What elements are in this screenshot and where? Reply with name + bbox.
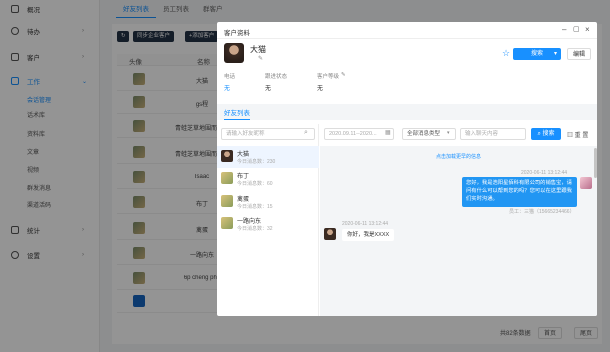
tab-friend-list[interactable]: 好友列表: [224, 107, 250, 120]
edit-level-icon[interactable]: ✎: [341, 72, 346, 78]
friend-name: 布丁: [237, 174, 250, 180]
friend-list-item[interactable]: 禽蛋 今日消息数：15: [217, 191, 319, 213]
calendar-icon[interactable]: ▦: [385, 129, 391, 136]
star-icon[interactable]: ☆: [502, 48, 510, 59]
chat-search-label: 搜索: [542, 131, 555, 137]
field-value: 无: [317, 86, 324, 92]
friend-stat: 今日消息数：60: [237, 181, 273, 187]
message-time: 2020-06-11 13:12:44: [342, 221, 389, 227]
search-button-label: 搜索: [530, 51, 543, 57]
customer-name: 大猫: [250, 45, 266, 54]
date-range-input[interactable]: 2020.09.11--2020...: [324, 128, 394, 140]
chat-scrollbar[interactable]: [594, 148, 597, 178]
avatar: [221, 150, 233, 162]
field-label: 跟进状态: [265, 74, 288, 80]
friend-name: 禽蛋: [237, 197, 250, 203]
message-time: 2020-06-11 13:12:44: [521, 170, 568, 176]
modal-header: 客户资料 – ▢ ×: [217, 22, 597, 39]
modal-title: 客户资料: [224, 30, 250, 37]
chat-search-button[interactable]: ⌕ 搜索: [531, 128, 561, 140]
customer-profile-modal: 客户资料 – ▢ × 大猫 ✎ ☆ 搜索 ▾ 编辑 电话 无 跟进状态 无 客户…: [217, 22, 597, 316]
maximize-icon[interactable]: ▢: [573, 25, 580, 33]
reset-label: 重 置: [574, 133, 589, 139]
minimize-icon[interactable]: –: [562, 25, 566, 34]
avatar: [221, 195, 233, 207]
close-icon[interactable]: ×: [585, 25, 590, 34]
message-bubble-outgoing: 您好，我是浩阳星佰科有限公司的销售宝，请问有什么可以帮到您的吗？您可以在这里跟我…: [462, 177, 577, 207]
friend-name: 大猫: [237, 152, 250, 158]
message-sender: 员工：三猫（15665234466）: [509, 209, 575, 215]
search-icon[interactable]: ⌕: [304, 129, 308, 137]
caret-down-icon: ▾: [554, 51, 558, 57]
field-value: 无: [265, 86, 272, 92]
friend-list-item[interactable]: 一路向东 今日消息数：32: [217, 213, 319, 235]
message-bubble-incoming: 你好，我是XXXX: [342, 229, 395, 241]
avatar: [221, 172, 233, 184]
customer-chat-avatar: [324, 228, 336, 240]
trash-icon: ▥: [567, 133, 575, 139]
reset-button[interactable]: ▥ 重 置: [567, 130, 588, 139]
friend-search-input[interactable]: 请输入好友昵称: [221, 128, 315, 140]
chevron-down-icon: ▾: [447, 130, 450, 136]
field-label: 客户等级: [317, 74, 340, 80]
edit-pencil-icon[interactable]: ✎: [258, 55, 263, 62]
avatar: [221, 217, 233, 229]
section-divider: [217, 104, 597, 120]
keyword-input[interactable]: 输入聊天内容: [460, 128, 526, 140]
staff-avatar: [580, 177, 592, 189]
load-more-link[interactable]: 点击加载更早的信息: [320, 153, 597, 160]
friend-stat: 今日消息数：230: [237, 159, 276, 165]
field-value: 无: [224, 86, 231, 92]
friend-stat: 今日消息数：15: [237, 204, 273, 210]
edit-button[interactable]: 编辑: [567, 48, 591, 60]
friend-stat: 今日消息数：32: [237, 226, 273, 232]
friend-list-item[interactable]: 大猫 今日消息数：230: [217, 146, 319, 168]
customer-avatar: [224, 43, 244, 63]
field-label: 电话: [224, 74, 236, 80]
friend-name: 一路向东: [237, 219, 262, 225]
friend-list-item[interactable]: 布丁 今日消息数：60: [217, 168, 319, 190]
